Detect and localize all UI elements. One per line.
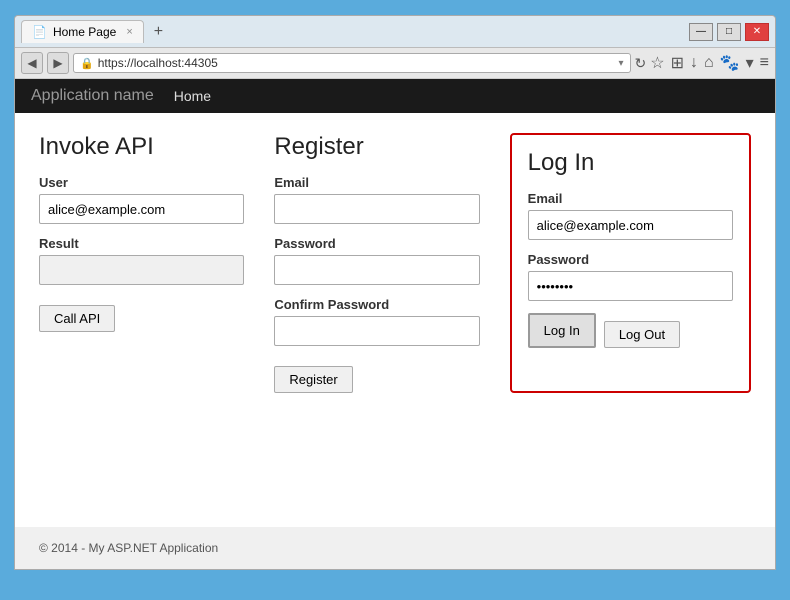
login-btn-group: Log In Log Out bbox=[528, 313, 733, 348]
result-label: Result bbox=[39, 236, 244, 251]
page-content: Invoke API User Result Call API Register… bbox=[15, 113, 775, 527]
login-title: Log In bbox=[528, 149, 733, 177]
register-title: Register bbox=[274, 133, 479, 161]
login-section: Log In Email Password Log In Log Out bbox=[510, 133, 751, 393]
tab-close-btn[interactable]: × bbox=[126, 26, 132, 38]
register-button[interactable]: Register bbox=[274, 366, 352, 393]
login-email-input[interactable] bbox=[528, 210, 733, 240]
download-icon[interactable]: ↓ bbox=[690, 54, 698, 72]
menu-icon[interactable]: ≡ bbox=[760, 54, 769, 72]
register-email-label: Email bbox=[274, 175, 479, 190]
forward-icon: ▶ bbox=[53, 56, 62, 70]
nav-link-home[interactable]: Home bbox=[174, 88, 211, 104]
lock-icon: 🔒 bbox=[80, 57, 94, 70]
invoke-api-section: Invoke API User Result Call API bbox=[39, 133, 244, 393]
user-label: User bbox=[39, 175, 244, 190]
login-button[interactable]: Log In bbox=[528, 313, 596, 348]
extensions-icon[interactable]: 🐾 bbox=[720, 53, 740, 73]
address-bar: ◀ ▶ 🔒 https://localhost:44305 ▾ ↻ ☆ ⊞ ↓ … bbox=[15, 48, 775, 79]
register-password-label: Password bbox=[274, 236, 479, 251]
window-controls: — □ ✕ bbox=[689, 23, 769, 41]
forward-button[interactable]: ▶ bbox=[47, 52, 69, 74]
refresh-button[interactable]: ↻ bbox=[635, 55, 647, 72]
invoke-api-title: Invoke API bbox=[39, 133, 244, 161]
clipboard-icon[interactable]: ⊞ bbox=[671, 53, 684, 73]
login-password-group: Password bbox=[528, 252, 733, 301]
dropdown-icon[interactable]: ▾ bbox=[746, 53, 754, 73]
toolbar-icons: ☆ ⊞ ↓ ⌂ 🐾 ▾ ≡ bbox=[650, 53, 769, 73]
register-section: Register Email Password Confirm Password… bbox=[274, 133, 479, 393]
tab-title: Home Page bbox=[53, 25, 116, 39]
register-email-input[interactable] bbox=[274, 194, 479, 224]
login-email-label: Email bbox=[528, 191, 733, 206]
app-name: Application name bbox=[31, 87, 154, 105]
url-dropdown-icon: ▾ bbox=[619, 58, 624, 69]
footer: © 2014 - My ASP.NET Application bbox=[15, 527, 775, 569]
restore-button[interactable]: □ bbox=[717, 23, 741, 41]
browser-tab[interactable]: 📄 Home Page × bbox=[21, 20, 144, 43]
login-password-label: Password bbox=[528, 252, 733, 267]
minimize-button[interactable]: — bbox=[689, 23, 713, 41]
refresh-icon: ↻ bbox=[635, 55, 647, 71]
url-bar[interactable]: 🔒 https://localhost:44305 ▾ bbox=[73, 53, 631, 73]
footer-text: © 2014 - My ASP.NET Application bbox=[39, 541, 218, 555]
login-email-group: Email bbox=[528, 191, 733, 240]
register-confirm-label: Confirm Password bbox=[274, 297, 479, 312]
close-button[interactable]: ✕ bbox=[745, 23, 769, 41]
register-email-group: Email bbox=[274, 175, 479, 224]
star-icon[interactable]: ☆ bbox=[650, 53, 664, 73]
result-form-group: Result bbox=[39, 236, 244, 285]
nav-bar: Application name Home bbox=[15, 79, 775, 113]
logout-button[interactable]: Log Out bbox=[604, 321, 680, 348]
call-api-button[interactable]: Call API bbox=[39, 305, 115, 332]
new-tab-button[interactable]: + bbox=[148, 21, 169, 43]
back-button[interactable]: ◀ bbox=[21, 52, 43, 74]
tab-icon: 📄 bbox=[32, 25, 47, 39]
register-confirm-input[interactable] bbox=[274, 316, 479, 346]
register-confirm-group: Confirm Password bbox=[274, 297, 479, 346]
login-password-input[interactable] bbox=[528, 271, 733, 301]
register-password-input[interactable] bbox=[274, 255, 479, 285]
back-icon: ◀ bbox=[27, 56, 36, 70]
url-text: https://localhost:44305 bbox=[98, 56, 615, 70]
title-bar: 📄 Home Page × + — □ ✕ bbox=[15, 16, 775, 48]
user-input[interactable] bbox=[39, 194, 244, 224]
result-input bbox=[39, 255, 244, 285]
user-form-group: User bbox=[39, 175, 244, 224]
home-icon[interactable]: ⌂ bbox=[704, 54, 714, 72]
register-password-group: Password bbox=[274, 236, 479, 285]
